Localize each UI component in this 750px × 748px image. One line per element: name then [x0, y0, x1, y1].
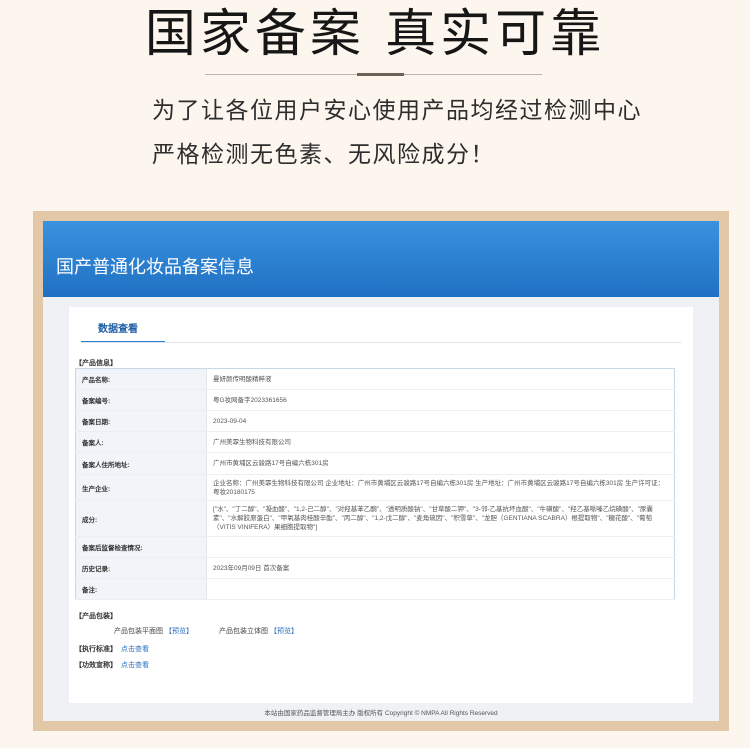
row-value: ["水"、"丁二醇"、"凝血酸"、"1,2-己二醇"、"对羟基苯乙酮"、"透明质…: [206, 500, 675, 537]
table-row: 备案编号: 粤G妆网备字2023361656: [75, 389, 675, 411]
tab-divider: [81, 342, 681, 343]
section-packaging: 【产品包装】: [75, 613, 117, 620]
promo-subtitle-2: 严格检测无色素、无风险成分！: [152, 142, 495, 168]
section-efficacy: 【功效宣称】 点击查看: [75, 660, 149, 670]
row-label: 产品名称:: [75, 368, 207, 390]
packaging-solid-label: 产品包装立体图: [219, 628, 268, 635]
row-label: 备案后监督检查情况:: [75, 536, 207, 558]
table-row: 生产企业: 企业名称：广州美霏生物科技有限公司 企业地址：广州市黄埔区云骏路17…: [75, 474, 675, 501]
table-row: 产品名称: 曼妍颜传明酸精粹液: [75, 368, 675, 390]
table-row: 备案日期: 2023-09-04: [75, 410, 675, 432]
row-value: 曼妍颜传明酸精粹液: [206, 368, 675, 390]
row-label: 备案日期:: [75, 410, 207, 432]
row-label: 备案人住所地址:: [75, 452, 207, 475]
packaging-solid-item: 产品包装立体图 【预览】: [219, 626, 298, 636]
row-value: 2023年09月09日 首次备案: [206, 557, 675, 579]
row-value: [206, 578, 675, 600]
screenshot-frame: 国产普通化妆品备案信息 数据查看 【产品信息】 产品名称: 曼妍颜传明酸精粹液 …: [33, 211, 729, 731]
site-banner: 国产普通化妆品备案信息: [43, 221, 719, 297]
banner-title: 国产普通化妆品备案信息: [56, 257, 254, 277]
standard-view-link[interactable]: 点击查看: [121, 646, 149, 653]
table-row: 成分: ["水"、"丁二醇"、"凝血酸"、"1,2-己二醇"、"对羟基苯乙酮"、…: [75, 500, 675, 537]
packaging-solid-preview-link[interactable]: 【预览】: [270, 628, 298, 635]
table-row: 历史记录: 2023年09月09日 首次备案: [75, 557, 675, 579]
site-footer: 本站由国家药品监督管理局主办 版权所有 Copyright © NMPA All…: [264, 710, 498, 717]
tab-data-view[interactable]: 数据查看: [98, 320, 138, 335]
row-value: 粤G妆网备字2023361656: [206, 389, 675, 411]
efficacy-view-link[interactable]: 点击查看: [121, 662, 149, 669]
promo-subtitle-1: 为了让各位用户安心使用产品均经过检测中心: [152, 98, 642, 124]
table-row: 备案人: 广州美霏生物科技有限公司: [75, 431, 675, 453]
row-value: [206, 536, 675, 558]
table-row: 备注:: [75, 578, 675, 600]
packaging-flat-label: 产品包装平面图: [114, 628, 163, 635]
packaging-flat-preview-link[interactable]: 【预览】: [165, 628, 193, 635]
row-label: 备案人:: [75, 431, 207, 453]
section-standard: 【执行标准】 点击查看: [75, 644, 149, 654]
efficacy-title: 【功效宣称】: [75, 662, 117, 669]
row-label: 生产企业:: [75, 474, 207, 501]
row-value: 广州市黄埔区云骏路17号自编六栋301房: [206, 452, 675, 475]
row-value: 2023-09-04: [206, 410, 675, 432]
packaging-flat-item: 产品包装平面图 【预览】: [114, 626, 193, 636]
standard-title: 【执行标准】: [75, 646, 117, 653]
row-label: 成分:: [75, 500, 207, 537]
row-label: 备注:: [75, 578, 207, 600]
headline-divider-accent: [357, 73, 404, 76]
row-value: 广州美霏生物科技有限公司: [206, 431, 675, 453]
table-row: 备案后监督检查情况:: [75, 536, 675, 558]
registry-page: 国产普通化妆品备案信息 数据查看 【产品信息】 产品名称: 曼妍颜传明酸精粹液 …: [43, 221, 719, 721]
promo-headline: 国家备案 真实可靠: [144, 5, 606, 64]
section-product-info: 【产品信息】: [75, 360, 117, 367]
row-label: 历史记录:: [75, 557, 207, 579]
content-card: 数据查看 【产品信息】 产品名称: 曼妍颜传明酸精粹液 备案编号: 粤G妆网备字…: [69, 307, 693, 703]
table-row: 备案人住所地址: 广州市黄埔区云骏路17号自编六栋301房: [75, 452, 675, 475]
product-info-table: 产品名称: 曼妍颜传明酸精粹液 备案编号: 粤G妆网备字2023361656 备…: [75, 368, 675, 600]
row-label: 备案编号:: [75, 389, 207, 411]
row-value: 企业名称：广州美霏生物科技有限公司 企业地址：广州市黄埔区云骏路17号自编六栋3…: [206, 474, 675, 501]
